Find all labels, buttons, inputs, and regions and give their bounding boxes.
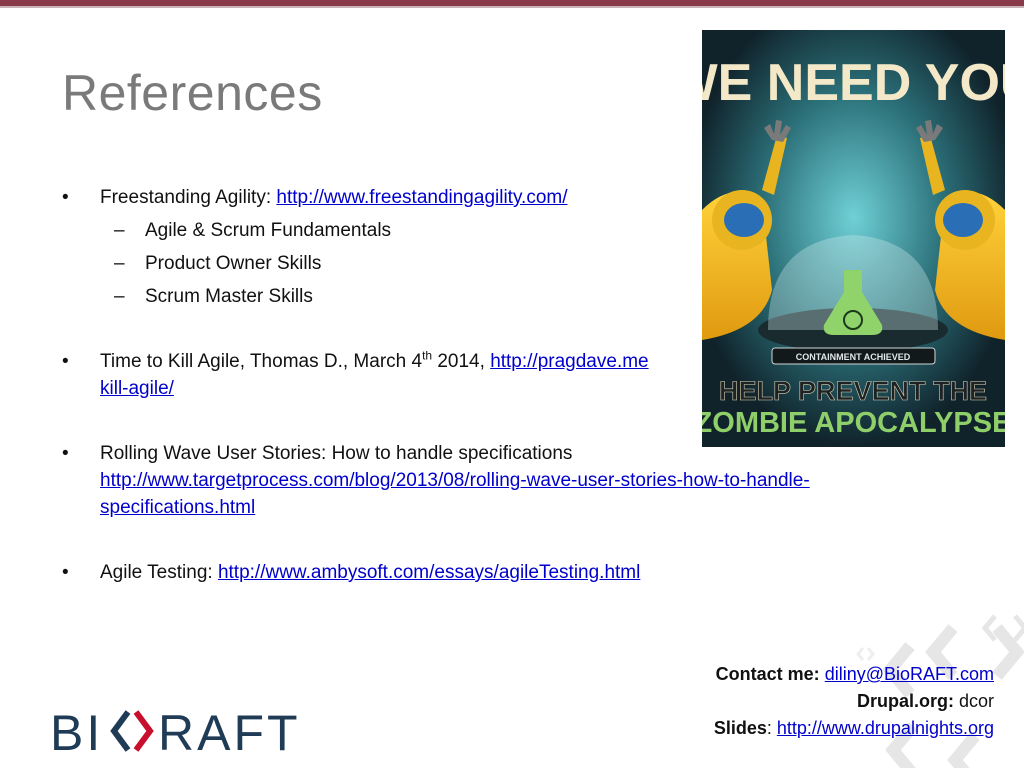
slides-link[interactable]: http://www.drupalnights.org [777, 718, 994, 738]
poster-line-2: ZOMBIE APOCALYPSE [702, 407, 1005, 439]
bullet: • [62, 351, 69, 372]
sub-item-text: Agile & Scrum Fundamentals [145, 220, 392, 241]
bioraft-logo: BI RAFT [50, 705, 312, 761]
sub-item-text: Product Owner Skills [145, 253, 322, 274]
dash: – [114, 253, 125, 274]
contact-label: Contact me: [715, 664, 820, 684]
bullet: • [62, 187, 69, 208]
drupal-value: dcor [958, 691, 994, 711]
poster-line-1: HELP PREVENT THE [719, 376, 987, 406]
contact-block: Contact me: diliny@BioRAFT.com Drupal.or… [714, 661, 994, 742]
zombie-poster-image: WE NEED YOU CONTAINMENT ACHIEVED HELP PR… [702, 30, 1005, 447]
reference-link[interactable]: http://www.ambysoft.com/essays/agileTest… [218, 562, 640, 583]
bullet: • [62, 443, 69, 464]
slides-separator: : [766, 718, 772, 738]
bioraft-logo-mark: BI RAFT [50, 705, 301, 761]
reference-link-continued[interactable]: specifications.html [100, 497, 255, 518]
drupal-label: Drupal.org: [856, 691, 954, 711]
slide-title: References [62, 65, 323, 121]
logo-text-left: BI [50, 706, 103, 756]
reference-text: Agile Testing: [100, 562, 218, 583]
slides-line: Slides: http://www.drupalnights.org [714, 715, 994, 742]
poster-art: WE NEED YOU CONTAINMENT ACHIEVED HELP PR… [702, 30, 1005, 447]
logo-bracket-left [110, 710, 131, 752]
sub-item-text: Scrum Master Skills [145, 286, 313, 307]
reference-link-continued[interactable]: kill-agile/ [100, 378, 174, 399]
dash: – [114, 286, 125, 307]
logo-bracket-right [133, 710, 154, 752]
reference-text: Freestanding Agility: [100, 187, 277, 208]
poster-headline: WE NEED YOU [702, 54, 1005, 112]
dash: – [114, 220, 125, 241]
poster-badge: CONTAINMENT ACHIEVED [796, 352, 911, 362]
logo-text-right: RAFT [158, 706, 301, 756]
reference-text-2: 2014, [432, 351, 491, 372]
reference-link[interactable]: http://pragdave.me [490, 351, 648, 372]
reference-item: • Agile Testing: http://www.ambysoft.com… [62, 559, 942, 586]
bullet: • [62, 562, 69, 583]
reference-text: Rolling Wave User Stories: How to handle… [100, 443, 573, 464]
contact-line: Contact me: diliny@BioRAFT.com [714, 661, 994, 688]
slides-label: Slides [713, 718, 767, 738]
top-accent-line [0, 6, 1024, 8]
reference-item: • Rolling Wave User Stories: How to hand… [62, 440, 942, 521]
drupal-line: Drupal.org: dcor [714, 688, 994, 715]
reference-link[interactable]: http://www.targetprocess.com/blog/2013/0… [100, 470, 810, 491]
reference-text: Time to Kill Agile, Thomas D., March 4 [100, 351, 423, 372]
reference-link[interactable]: http://www.freestandingagility.com/ [276, 187, 567, 208]
ordinal-suffix: th [422, 348, 433, 363]
email-link[interactable]: diliny@BioRAFT.com [825, 664, 994, 684]
